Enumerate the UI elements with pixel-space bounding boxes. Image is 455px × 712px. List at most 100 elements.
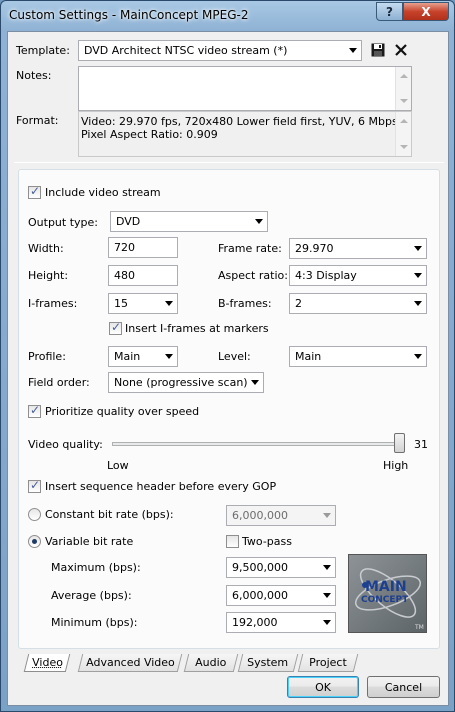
template-label: Template: [16, 44, 70, 57]
tab-audio-label: Audio [195, 656, 227, 669]
tab-audio[interactable]: Audio [183, 654, 239, 672]
insert-iframes-checkbox[interactable]: ✓ [109, 320, 122, 335]
video-quality-slider-thumb[interactable] [393, 433, 405, 453]
template-select[interactable]: DVD Architect NTSC video stream (*) [78, 40, 362, 61]
output-type-value: DVD [116, 215, 141, 228]
profile-label: Profile: [28, 350, 66, 363]
video-quality-label: Video quality: [28, 438, 103, 451]
aspect-ratio-value: 4:3 Display [295, 269, 357, 282]
bframes-select[interactable]: 2 [289, 293, 427, 314]
tab-video[interactable]: Video [23, 654, 71, 672]
cbr-radio[interactable] [28, 508, 41, 521]
ok-button[interactable]: OK [287, 676, 359, 698]
average-value: 6,000,000 [232, 589, 288, 602]
notes-scrollbar[interactable] [395, 67, 411, 110]
frame-rate-value: 29.970 [295, 242, 334, 255]
close-window-button[interactable]: X [403, 2, 449, 21]
video-quality-value: 31 [414, 438, 428, 451]
prioritize-quality-checkbox[interactable]: ✓ [28, 403, 41, 418]
chevron-down-icon [323, 565, 331, 570]
prioritize-quality-label: Prioritize quality over speed [45, 405, 200, 418]
scroll-down-icon[interactable] [400, 99, 408, 103]
cbr-label: Constant bit rate (bps): [45, 508, 174, 521]
aspect-ratio-select[interactable]: 4:3 Display [289, 265, 427, 286]
level-select[interactable]: Main [289, 346, 427, 367]
width-label: Width: [28, 242, 64, 255]
logo-text-main: MAIN [365, 579, 407, 595]
iframes-label: I-frames: [28, 297, 78, 310]
help-button[interactable]: ? [376, 2, 403, 21]
include-video-checkbox[interactable]: ✓ [28, 184, 41, 199]
maximum-label: Maximum (bps): [51, 561, 141, 574]
notes-label: Notes: [16, 69, 52, 82]
separator [14, 162, 444, 163]
include-video-label: Include video stream [45, 186, 161, 199]
field-order-value: None (progressive scan) [114, 376, 248, 389]
output-type-select[interactable]: DVD [110, 211, 268, 232]
vbr-label: Variable bit rate [45, 535, 134, 548]
level-label: Level: [218, 350, 251, 363]
height-input[interactable]: 480 [108, 265, 178, 286]
scroll-up-icon[interactable] [400, 119, 408, 123]
window-title: Custom Settings - MainConcept MPEG-2 [9, 8, 249, 22]
video-quality-track[interactable] [112, 442, 402, 446]
checkmark-icon: ✓ [111, 320, 122, 334]
dialog-window: Custom Settings - MainConcept MPEG-2 ? X… [0, 0, 455, 712]
vbr-radio[interactable] [28, 535, 41, 548]
format-line-2: Pixel Aspect Ratio: 0.909 [81, 128, 218, 141]
checkmark-icon: ✓ [30, 478, 41, 492]
scroll-up-icon[interactable] [400, 74, 408, 78]
field-order-select[interactable]: None (progressive scan) [108, 372, 264, 393]
sequence-header-checkbox[interactable]: ✓ [28, 478, 41, 493]
cbr-select[interactable]: 6,000,000 [226, 505, 336, 526]
format-scrollbar[interactable] [395, 112, 411, 156]
frame-rate-label: Frame rate: [218, 242, 282, 255]
scroll-down-icon[interactable] [400, 145, 408, 149]
chevron-down-icon [323, 513, 331, 518]
chevron-down-icon [323, 593, 331, 598]
chevron-down-icon [414, 273, 422, 278]
insert-iframes-label: Insert I-frames at markers [125, 322, 269, 335]
logo-trademark: TM [415, 624, 424, 631]
output-type-label: Output type: [28, 216, 98, 229]
chevron-down-icon [255, 219, 263, 224]
iframes-value: 15 [114, 297, 128, 310]
width-input[interactable]: 720 [108, 237, 178, 258]
cbr-value: 6,000,000 [232, 509, 288, 522]
cancel-button[interactable]: Cancel [367, 676, 440, 698]
chevron-down-icon [323, 620, 331, 625]
chevron-down-icon [251, 380, 259, 385]
level-value: Main [295, 350, 322, 363]
minimum-value: 192,000 [232, 616, 278, 629]
tab-system-label: System [247, 656, 289, 669]
delete-template-icon[interactable] [393, 42, 409, 58]
two-pass-checkbox[interactable] [226, 535, 239, 548]
height-label: Height: [28, 269, 69, 282]
minimum-label: Minimum (bps): [51, 616, 138, 629]
average-label: Average (bps): [51, 589, 132, 602]
iframes-select[interactable]: 15 [108, 293, 178, 314]
notes-textarea[interactable] [78, 66, 412, 111]
frame-rate-select[interactable]: 29.970 [289, 238, 427, 259]
chevron-down-icon [165, 354, 173, 359]
tab-video-label: Video [31, 656, 63, 669]
mainconcept-logo: MAIN CONCEPT TM [348, 554, 427, 633]
profile-select[interactable]: Main [108, 346, 178, 367]
dialog-client-area: Template: DVD Architect NTSC video strea… [7, 31, 449, 706]
checkmark-icon: ✓ [30, 184, 41, 198]
profile-value: Main [114, 350, 141, 363]
tab-system[interactable]: System [237, 654, 299, 672]
format-line-1: Video: 29.970 fps, 720x480 Lower field f… [81, 115, 398, 128]
average-select[interactable]: 6,000,000 [226, 585, 336, 606]
chevron-down-icon [349, 48, 357, 53]
quality-low-label: Low [107, 459, 129, 472]
checkmark-icon: ✓ [30, 403, 41, 417]
sequence-header-label: Insert sequence header before every GOP [45, 480, 277, 493]
bframes-value: 2 [295, 297, 302, 310]
minimum-select[interactable]: 192,000 [226, 612, 336, 633]
bframes-label: B-frames: [218, 297, 272, 310]
tab-project[interactable]: Project [297, 654, 359, 672]
save-template-icon[interactable] [370, 42, 386, 58]
maximum-select[interactable]: 9,500,000 [226, 557, 336, 578]
tab-advanced-video[interactable]: Advanced Video [77, 654, 183, 672]
